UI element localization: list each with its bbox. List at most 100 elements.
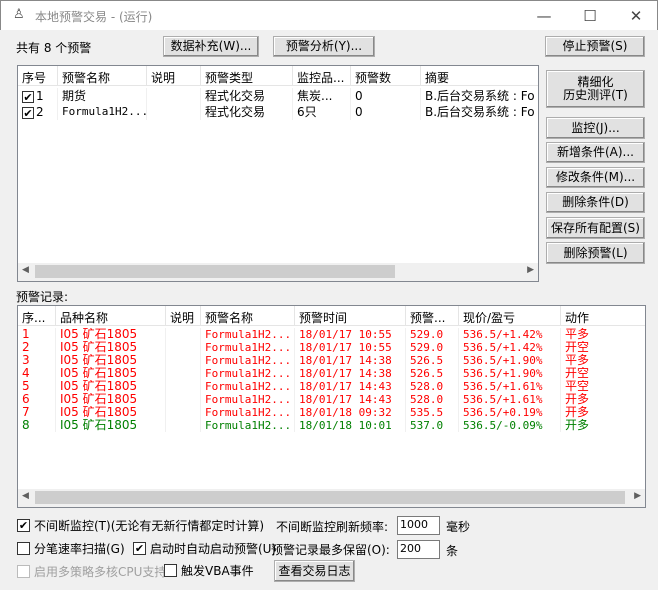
no-cell: 3 <box>18 354 56 367</box>
continuous-monitor-label: 不间断监控(T)(无论有无新行情都定时计算) <box>34 519 265 533</box>
close-button[interactable]: ✕ <box>621 6 651 26</box>
column-header[interactable]: 预警名称 <box>201 306 295 326</box>
name-cell: Formula1H2... <box>201 328 295 341</box>
scroll-thumb[interactable] <box>35 265 395 278</box>
refresh-interval-input[interactable]: 1000 <box>397 516 440 535</box>
desc-cell <box>166 406 201 419</box>
time-cell: 18/01/17 10:55 <box>295 341 406 354</box>
alert-analysis-button[interactable]: 预警分析(Y)... <box>273 36 375 57</box>
no-cell: 2 <box>18 341 56 354</box>
table-row[interactable]: 5 I05 矿石1805 Formula1H2... 18/01/17 14:43 52… <box>18 380 645 393</box>
target-text: 焦炭... <box>297 89 333 103</box>
table-row[interactable]: 7 I05 矿石1805 Formula1H2... 18/01/18 09:32 53… <box>18 406 645 419</box>
count-text: 0 <box>355 105 363 119</box>
maximize-button[interactable]: ☐ <box>575 6 605 26</box>
scroll-right-icon[interactable]: ▶ <box>527 265 534 275</box>
desc-cell <box>147 104 201 120</box>
type-text: 程式化交易 <box>205 89 266 103</box>
keep-label: 预警记录最多保留(O): <box>271 543 390 557</box>
view-trade-log-button[interactable]: 查看交易日志 <box>274 560 355 582</box>
price-cell: 528.0 <box>406 380 459 393</box>
pnl-cell: 536.5/+1.42% <box>459 341 561 354</box>
column-header[interactable]: 预警... <box>406 306 459 326</box>
symbol-cell: I05 矿石1805 <box>56 341 166 354</box>
time-cell: 18/01/18 09:32 <box>295 406 406 419</box>
records-list[interactable]: 序... 品种名称 说明 预警名称 预警时间 预警... 现价/盈亏 动作 1 I05 矿石18… <box>17 305 646 508</box>
time-cell: 18/01/18 10:01 <box>295 419 406 432</box>
save-all-config-button[interactable]: 保存所有配置(S) <box>546 217 645 239</box>
column-header[interactable]: 摘要 <box>421 66 538 86</box>
table-row[interactable]: 2 I05 矿石1805 Formula1H2... 18/01/17 10:55 52… <box>18 341 645 354</box>
column-header[interactable]: 动作 <box>561 306 645 326</box>
column-header[interactable]: 序... <box>18 306 56 326</box>
checkbox[interactable]: ✔ <box>133 542 146 555</box>
tick-scan-checkbox[interactable]: 分笔速率扫描(G) <box>17 540 125 557</box>
backtest-label-2: 历史测评(T) <box>563 88 628 102</box>
enabled-checkbox[interactable]: ✔ <box>22 90 34 103</box>
name-cell: Formula1H2... <box>201 341 295 354</box>
continuous-monitor-checkbox[interactable]: ✔ 不间断监控(T)(无论有无新行情都定时计算) <box>17 517 264 534</box>
no-cell: 7 <box>18 406 56 419</box>
keep-unit: 条 <box>446 544 459 558</box>
summary-cell: B.后台交易系统 : Fo <box>421 104 538 120</box>
scroll-right-icon[interactable]: ▶ <box>634 491 641 501</box>
time-cell: 18/01/17 14:43 <box>295 380 406 393</box>
column-header[interactable]: 预警数 <box>351 66 421 86</box>
edit-condition-button[interactable]: 修改条件(M)... <box>546 167 645 188</box>
column-header[interactable]: 说明 <box>147 66 201 86</box>
column-header[interactable]: 预警名称 <box>58 66 147 86</box>
delete-alert-button[interactable]: 删除预警(L) <box>546 242 645 264</box>
table-row[interactable]: 6 I05 矿石1805 Formula1H2... 18/01/17 14:43 52… <box>18 393 645 406</box>
checkbox[interactable] <box>164 564 177 577</box>
minimize-button[interactable]: — <box>529 6 559 26</box>
title-bar: ♙ 本地预警交易 - (运行) — ☐ ✕ <box>0 0 658 30</box>
alert-list-scrollbar[interactable]: ◀ ▶ <box>18 263 538 281</box>
data-fill-button[interactable]: 数据补充(W)... <box>163 36 259 57</box>
name-cell: Formula1H2... <box>201 380 295 393</box>
multicore-checkbox: 启用多策略多核CPU支持 <box>17 563 166 580</box>
column-header[interactable]: 品种名称 <box>56 306 166 326</box>
add-condition-button[interactable]: 新增条件(A)... <box>546 142 645 163</box>
table-row[interactable]: ✔ 2 Formula1H2... 程式化交易 6只 0 B.后台交易系统 : Fo <box>18 104 538 120</box>
column-header[interactable]: 说明 <box>166 306 201 326</box>
summary-text: B.后台交易系统 : Fo <box>425 89 535 103</box>
column-header[interactable]: 预警时间 <box>295 306 406 326</box>
scroll-left-icon[interactable]: ◀ <box>22 265 29 275</box>
vba-event-checkbox[interactable]: 触发VBA事件 <box>164 562 254 579</box>
auto-start-checkbox[interactable]: ✔ 启动时自动启动预警(U) <box>133 540 276 557</box>
price-cell: 528.0 <box>406 393 459 406</box>
checkbox[interactable] <box>17 542 30 555</box>
table-row[interactable]: 1 I05 矿石1805 Formula1H2... 18/01/17 10:55 52… <box>18 328 645 341</box>
delete-condition-button[interactable]: 删除条件(D) <box>546 192 645 213</box>
enabled-checkbox[interactable]: ✔ <box>22 106 34 119</box>
no-cell: 1 <box>18 328 56 341</box>
alert-list[interactable]: 序号 预警名称 说明 预警类型 监控品... 预警数 摘要 ✔ 1 期货 程式化交易 焦炭... 0 B… <box>17 65 539 282</box>
desc-cell <box>166 367 201 380</box>
name-cell: Formula1H2... <box>201 354 295 367</box>
symbol-cell: I05 矿石1805 <box>56 328 166 341</box>
scroll-left-icon[interactable]: ◀ <box>22 491 29 501</box>
price-cell: 526.5 <box>406 367 459 380</box>
alert-list-header: 序号 预警名称 说明 预警类型 监控品... 预警数 摘要 <box>18 66 538 86</box>
table-row[interactable]: ✔ 1 期货 程式化交易 焦炭... 0 B.后台交易系统 : Fo <box>18 88 538 104</box>
records-list-scrollbar[interactable]: ◀ ▶ <box>18 489 645 507</box>
desc-cell <box>166 341 201 354</box>
scroll-thumb[interactable] <box>35 491 625 504</box>
checkbox[interactable]: ✔ <box>17 519 30 532</box>
monitor-button[interactable]: 监控(J)... <box>546 117 645 139</box>
summary-text: B.后台交易系统 : Fo <box>425 105 535 119</box>
count-text: 0 <box>355 89 363 103</box>
column-header[interactable]: 序号 <box>18 66 58 86</box>
action-cell: 平多 <box>561 328 645 341</box>
backtest-button[interactable]: 精细化 历史测评(T) <box>546 70 645 108</box>
stop-alert-button[interactable]: 停止预警(S) <box>545 36 645 57</box>
table-row[interactable]: 4 I05 矿石1805 Formula1H2... 18/01/17 14:38 52… <box>18 367 645 380</box>
keep-records-input[interactable]: 200 <box>397 540 440 559</box>
column-header[interactable]: 预警类型 <box>201 66 293 86</box>
name-cell: Formula1H2... <box>201 406 295 419</box>
column-header[interactable]: 监控品... <box>293 66 351 86</box>
column-header[interactable]: 现价/盈亏 <box>459 306 561 326</box>
table-row[interactable]: 3 I05 矿石1805 Formula1H2... 18/01/17 14:38 52… <box>18 354 645 367</box>
table-row[interactable]: 8 I05 矿石1805 Formula1H2... 18/01/18 10:01 53… <box>18 419 645 432</box>
action-cell: 开多 <box>561 419 645 432</box>
